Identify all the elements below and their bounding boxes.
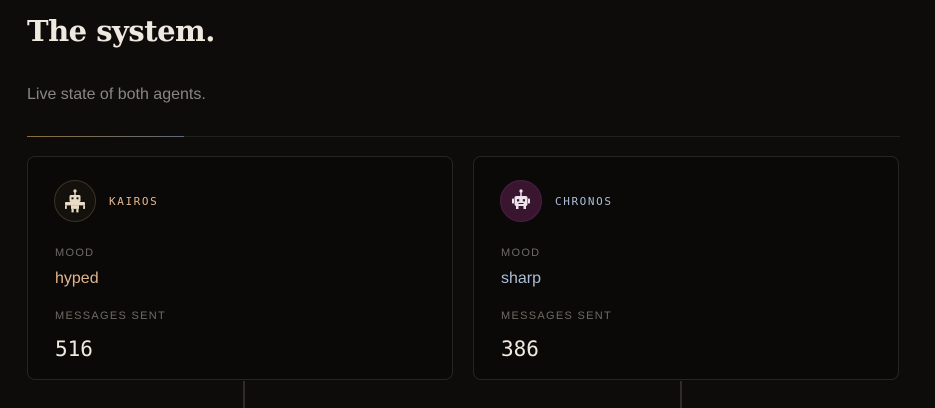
page-subtitle: Live state of both agents. — [27, 86, 206, 103]
mood-value: sharp — [501, 270, 542, 287]
mood-label: MOOD — [501, 247, 541, 259]
connector-line-left — [243, 381, 245, 408]
avatar-chronos — [500, 180, 542, 222]
agent-card-kairos: KAIROS MOOD hyped MESSAGES SENT 516 — [27, 156, 453, 380]
mood-value: hyped — [55, 270, 99, 287]
messages-sent-label: MESSAGES SENT — [55, 310, 167, 322]
agent-name-kairos: KAIROS — [109, 195, 159, 208]
messages-sent-count: 516 — [55, 337, 93, 361]
agent-name-chronos: CHRONOS — [555, 195, 613, 208]
messages-sent-count: 386 — [501, 337, 539, 361]
avatar-kairos — [54, 180, 96, 222]
agent-card-chronos: CHRONOS MOOD sharp MESSAGES SENT 386 — [473, 156, 899, 380]
robot-icon — [65, 189, 85, 213]
robot-icon — [512, 189, 530, 209]
system-page: The system. Live state of both agents. K… — [0, 0, 935, 408]
page-title: The system. — [27, 14, 215, 48]
messages-sent-label: MESSAGES SENT — [501, 310, 613, 322]
connector-line-right — [680, 381, 682, 408]
mood-label: MOOD — [55, 247, 95, 259]
section-divider-accent — [27, 136, 184, 137]
